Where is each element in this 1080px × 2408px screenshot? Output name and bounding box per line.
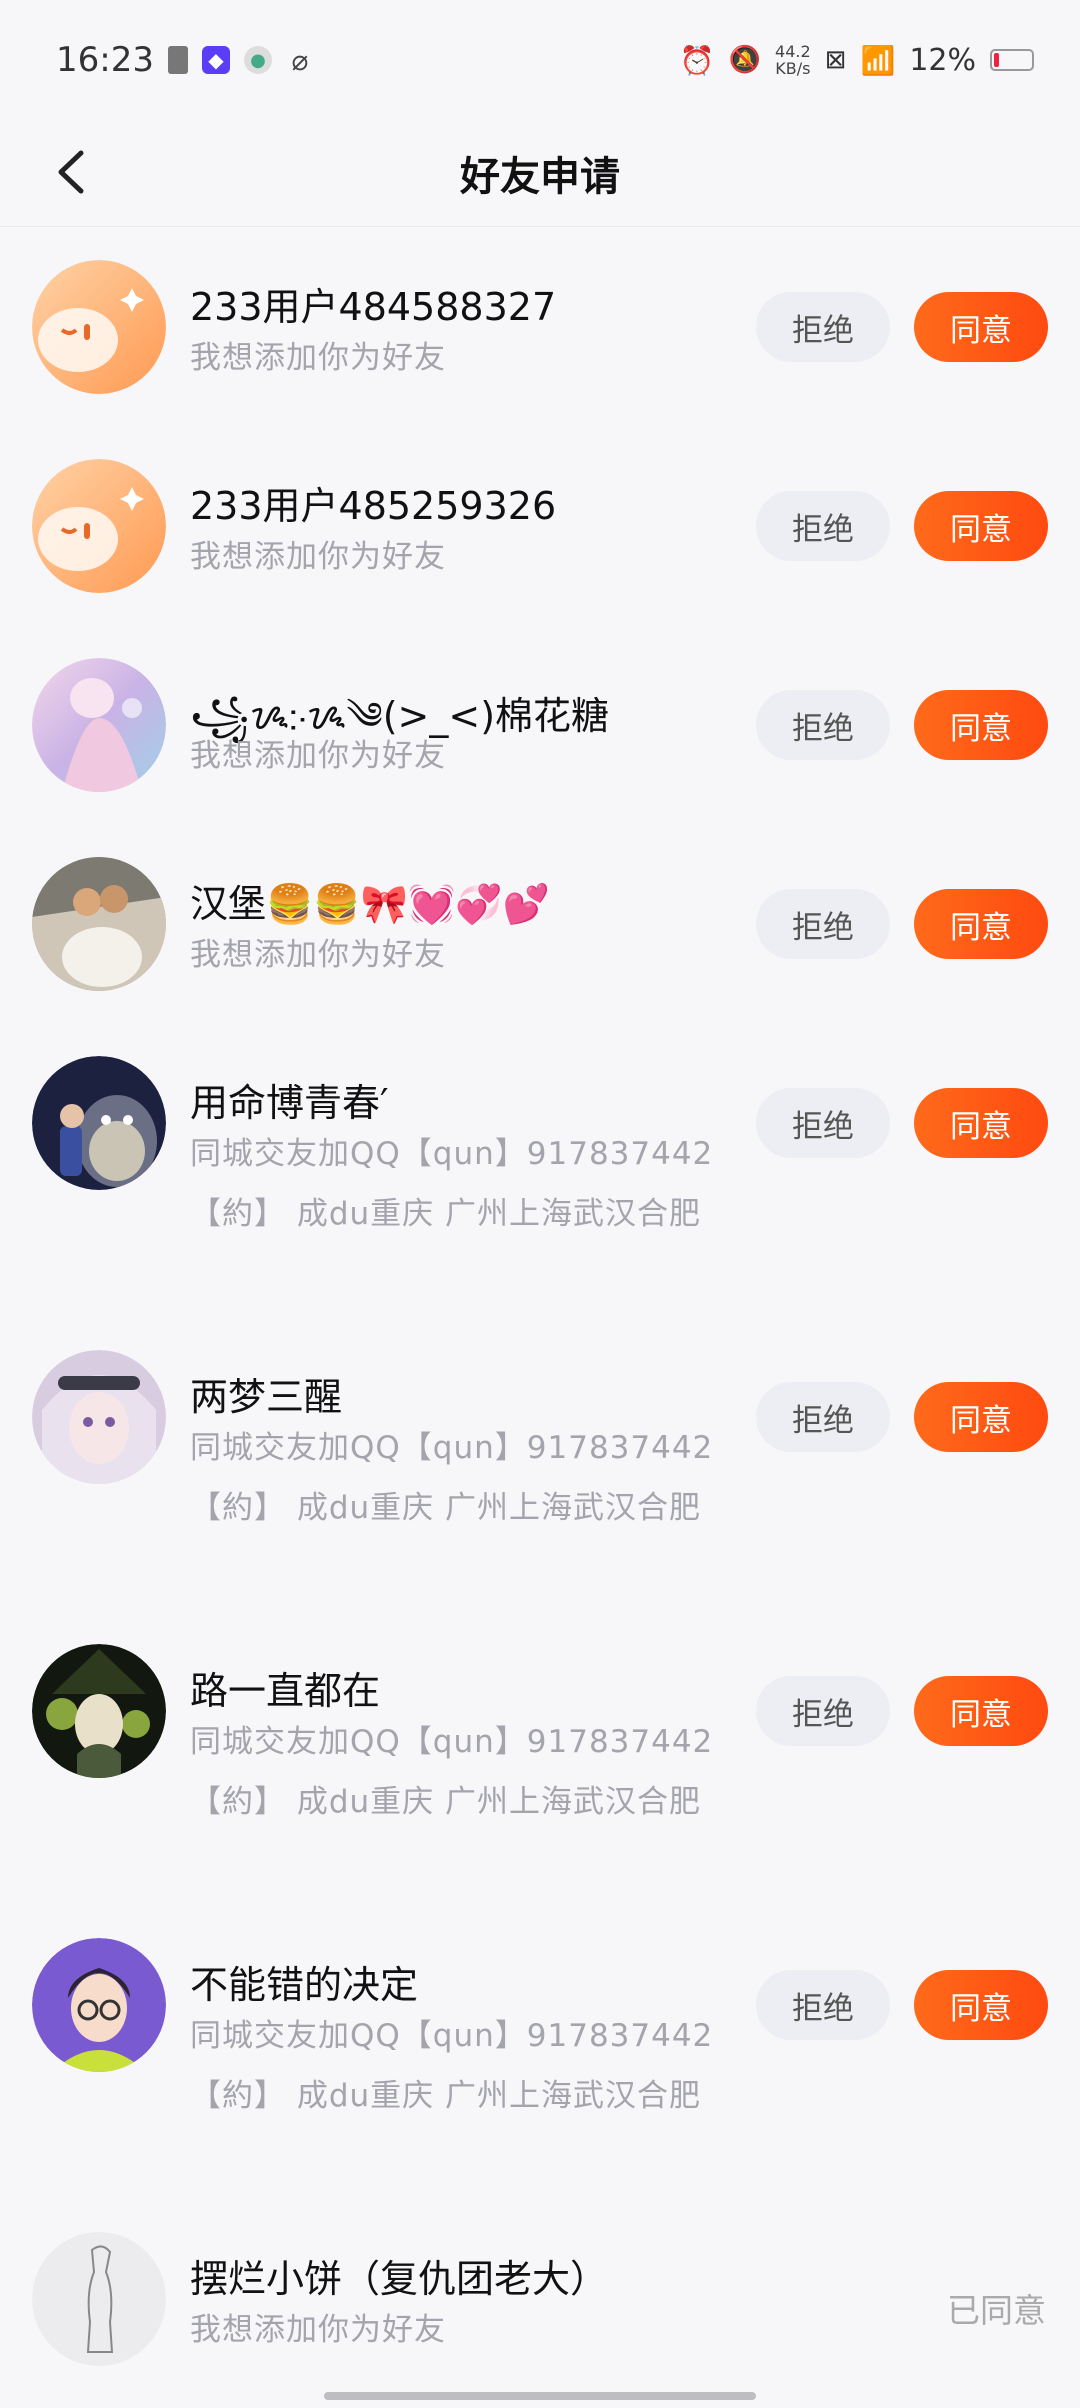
home-indicator[interactable] [324, 2392, 756, 2400]
avatar[interactable] [32, 1056, 166, 1190]
accept-button[interactable]: 同意 [914, 491, 1048, 561]
friend-request-item: 用命博青春′ 同城交友加QQ【qun】917837442【約】 成du重庆 广州… [0, 1022, 1080, 1316]
request-name: 两梦三醒 [190, 1375, 343, 1419]
reject-button[interactable]: 拒绝 [756, 292, 890, 362]
request-name: 路一直都在 [190, 1669, 381, 1713]
request-name: 不能错的决定 [190, 1963, 419, 2007]
reject-button[interactable]: 拒绝 [756, 889, 890, 959]
request-message: 同城交友加QQ【qun】917837442【約】 成du重庆 广州上海武汉合肥 [190, 1430, 714, 1526]
request-name: 233用户484588327 [190, 285, 557, 329]
accept-button[interactable]: 同意 [914, 1382, 1048, 1452]
accept-button[interactable]: 同意 [914, 1088, 1048, 1158]
accept-button[interactable]: 同意 [914, 1676, 1048, 1746]
page-title: 好友申请 [460, 154, 620, 200]
alarm-icon: ⏰ [679, 43, 715, 77]
request-name: 用命博青春′ [190, 1081, 389, 1125]
sim-icon [167, 46, 188, 74]
accept-button[interactable]: 同意 [914, 1970, 1048, 2040]
back-button[interactable] [44, 146, 96, 198]
accept-button[interactable]: 同意 [914, 690, 1048, 760]
browser-notification-icon: ● [243, 46, 272, 74]
reject-button[interactable]: 拒绝 [756, 690, 890, 760]
reject-button[interactable]: 拒绝 [756, 1970, 890, 2040]
avatar[interactable] [32, 658, 166, 792]
battery-percent: 12% [909, 42, 976, 78]
avatar[interactable] [32, 857, 166, 991]
friend-request-item: 摆烂小饼（复仇团老大） 我想添加你为好友 已同意 [0, 2198, 1080, 2397]
chevron-left-icon [58, 150, 84, 194]
reject-button[interactable]: 拒绝 [756, 1382, 890, 1452]
request-message: 我想添加你为好友 [190, 937, 446, 973]
accept-button[interactable]: 同意 [914, 889, 1048, 959]
accept-button[interactable]: 同意 [914, 292, 1048, 362]
request-name: 汉堡🍔🍔🎀💓💞💕 [190, 882, 550, 926]
battery-icon [990, 49, 1034, 71]
no-sim-icon: ⊠ [824, 45, 847, 75]
request-name: 233用户485259326 [190, 484, 557, 528]
leaf-notification-icon: ⌀ [291, 43, 309, 77]
reject-button[interactable]: 拒绝 [756, 1088, 890, 1158]
avatar[interactable] [32, 1350, 166, 1484]
request-message: 我想添加你为好友 [190, 539, 446, 575]
request-message: 同城交友加QQ【qun】917837442【約】 成du重庆 广州上海武汉合肥 [190, 2018, 714, 2114]
status-bar-right: ⏰ 🔕 44.2 KB/s ⊠ 📶 12% [680, 43, 1034, 78]
reject-button[interactable]: 拒绝 [756, 491, 890, 561]
request-message: 同城交友加QQ【qun】917837442【約】 成du重庆 广州上海武汉合肥 [190, 1136, 714, 1232]
status-time: 16:23 [56, 40, 154, 80]
wifi-icon: 📶 [860, 43, 896, 77]
accepted-status: 已同意 [947, 2291, 1046, 2330]
friend-request-item: 233用户484588327 我想添加你为好友 拒绝 同意 [0, 226, 1080, 425]
friend-request-item: 两梦三醒 同城交友加QQ【qun】917837442【約】 成du重庆 广州上海… [0, 1316, 1080, 1610]
avatar[interactable] [32, 260, 166, 394]
status-bar: 16:23 ◆ ● ⌀ ⏰ 🔕 44.2 KB/s ⊠ 📶 12% [0, 0, 1080, 120]
avatar[interactable] [32, 1644, 166, 1778]
app-notification-icon: ◆ [201, 46, 230, 74]
reject-button[interactable]: 拒绝 [756, 1676, 890, 1746]
friend-request-item: 233用户485259326 我想添加你为好友 拒绝 同意 [0, 425, 1080, 624]
friend-request-item: ꧁ᝰ჻ᝰ༄(>_<)棉花糖 我想添加你为好友 拒绝 同意 [0, 624, 1080, 823]
friend-request-item: 汉堡🍔🍔🎀💓💞💕 我想添加你为好友 拒绝 同意 [0, 823, 1080, 1022]
friend-request-item: 不能错的决定 同城交友加QQ【qun】917837442【約】 成du重庆 广州… [0, 1904, 1080, 2198]
mute-icon: 🔕 [728, 45, 762, 75]
request-message: 同城交友加QQ【qun】917837442【約】 成du重庆 广州上海武汉合肥 [190, 1724, 714, 1820]
avatar[interactable] [32, 2232, 166, 2366]
friend-request-list: 233用户484588327 我想添加你为好友 拒绝 同意 233用户48525… [0, 226, 1080, 2397]
request-message: 我想添加你为好友 [190, 2312, 446, 2348]
status-bar-left: 16:23 ◆ ● ⌀ [56, 40, 314, 80]
request-name: 摆烂小饼（复仇团老大） [190, 2257, 609, 2301]
avatar[interactable] [32, 459, 166, 593]
request-message: 我想添加你为好友 [190, 738, 446, 774]
avatar[interactable] [32, 1938, 166, 2072]
request-message: 我想添加你为好友 [190, 340, 446, 376]
nav-header: 好友申请 [0, 120, 1080, 227]
net-speed-unit: KB/s [775, 59, 811, 78]
net-speed: 44.2 KB/s [775, 43, 811, 77]
friend-request-item: 路一直都在 同城交友加QQ【qun】917837442【約】 成du重庆 广州上… [0, 1610, 1080, 1904]
